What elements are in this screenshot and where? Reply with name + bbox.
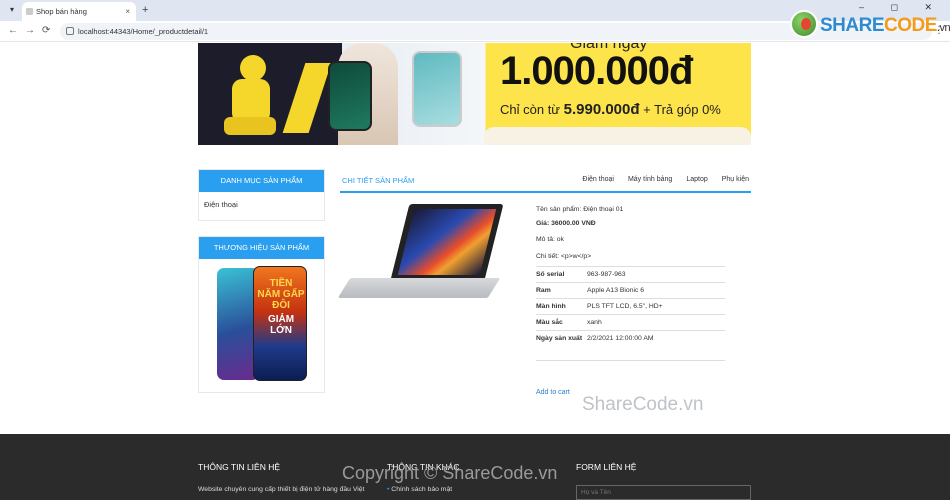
logo-share: SHARE bbox=[820, 15, 885, 36]
table-row: Ngày sản xuất 2/2/2021 12:00:00 AM bbox=[536, 330, 725, 361]
brand-promo-text: GIẢM LỚN bbox=[267, 314, 295, 336]
spec-value: 2/2/2021 12:00:00 AM bbox=[587, 330, 725, 361]
promo-banner[interactable]: Giảm ngay 1.000.000đ Chỉ còn từ 5.990.00… bbox=[198, 43, 751, 145]
phone-image bbox=[412, 51, 462, 127]
add-to-cart-link[interactable]: Add to cart bbox=[536, 389, 570, 396]
detail-title: CHI TIẾT SẢN PHẨM bbox=[342, 176, 415, 185]
url-text: localhost:44343/Home/_productdetail/1 bbox=[78, 27, 209, 36]
site-info-icon[interactable] bbox=[66, 27, 74, 35]
contact-name-input[interactable] bbox=[576, 485, 751, 500]
favicon-icon bbox=[26, 8, 33, 15]
detail-header: CHI TIẾT SẢN PHẨM Điện thoại Máy tính bả… bbox=[340, 169, 751, 193]
new-tab-button[interactable]: + bbox=[142, 3, 148, 17]
product-price: Giá: 36000.00 VNĐ bbox=[536, 220, 596, 227]
back-icon[interactable]: ← bbox=[8, 25, 18, 37]
banner-discount: 1.000.000đ bbox=[500, 49, 693, 93]
tab-search-icon[interactable]: ▾ bbox=[4, 3, 20, 17]
sharecode-watermark: ShareCode.vn bbox=[582, 394, 704, 415]
window-controls[interactable]: – ◻ ✕ bbox=[859, 2, 944, 13]
spec-label: Số serial bbox=[536, 266, 587, 283]
brand-title: THƯƠNG HIỆU SẢN PHẨM bbox=[199, 237, 324, 259]
table-row: Màn hình PLS TFT LCD, 6.5", HD+ bbox=[536, 298, 725, 315]
reload-icon[interactable]: ⟳ bbox=[42, 25, 50, 37]
copyright-watermark: Copyright © ShareCode.vn bbox=[342, 463, 558, 483]
spec-table: Số serial 963-987-963 Ram Apple A13 Bion… bbox=[536, 266, 725, 361]
logo-domain: .vn bbox=[936, 22, 950, 34]
footer-form-title: FORM LIÊN HỆ bbox=[576, 462, 637, 472]
browser-tab[interactable]: Shop bán hàng × bbox=[22, 2, 136, 21]
category-title: DANH MỤC SẢN PHẨM bbox=[199, 170, 324, 192]
brand-panel: THƯƠNG HIỆU SẢN PHẨM TIỀN NĂM GẤP ĐÔI GI… bbox=[198, 236, 325, 393]
tab-laptop[interactable]: Laptop bbox=[686, 176, 707, 183]
spec-label: Ram bbox=[536, 282, 587, 299]
logo-code: CODE bbox=[884, 15, 937, 36]
category-tabs: Điện thoại Máy tính bảng Laptop Phụ kiện bbox=[582, 176, 749, 183]
product-name: Tên sản phẩm: Điện thoại 01 bbox=[536, 206, 624, 213]
brand-promo-text: TIỀN NĂM GẤP ĐÔI bbox=[257, 278, 305, 311]
spec-label: Màn hình bbox=[536, 298, 587, 315]
table-row: Ram Apple A13 Bionic 6 bbox=[536, 282, 725, 299]
tab-close-icon[interactable]: × bbox=[125, 2, 130, 21]
product-description: Mô tả: ok bbox=[536, 236, 564, 243]
product-image bbox=[337, 200, 504, 300]
banner-subtext: Chỉ còn từ 5.990.000đ + Trả góp 0% bbox=[500, 101, 721, 118]
footer-info-link[interactable]: • Chính sách bảo mật bbox=[387, 486, 452, 493]
product-detail: Chi tiết: <p>w</p> bbox=[536, 253, 592, 260]
spec-value: 963-987-963 bbox=[587, 266, 725, 283]
spec-value: PLS TFT LCD, 6.5", HD+ bbox=[587, 298, 725, 315]
forward-icon[interactable]: → bbox=[25, 25, 35, 37]
spec-label: Ngày sản xuất bbox=[536, 330, 587, 361]
spec-value: Apple A13 Bionic 6 bbox=[587, 282, 725, 299]
globe-icon bbox=[790, 10, 818, 38]
brand-image[interactable]: TIỀN NĂM GẤP ĐÔI GIẢM LỚN bbox=[217, 266, 307, 381]
tab-phone[interactable]: Điện thoại bbox=[582, 176, 614, 183]
table-row: Số serial 963-987-963 bbox=[536, 266, 725, 283]
phone-image bbox=[328, 61, 372, 131]
tab-tablet[interactable]: Máy tính bảng bbox=[628, 176, 672, 183]
lightning-icon bbox=[282, 63, 332, 133]
footer-contact-title: THÔNG TIN LIÊN HỆ bbox=[198, 462, 281, 472]
tab-accessories[interactable]: Phụ kiện bbox=[722, 176, 749, 183]
footer-contact-text: Website chuyên cung cấp thiết bị điện tử… bbox=[198, 486, 365, 493]
tab-title: Shop bán hàng bbox=[36, 7, 87, 16]
table-row: Màu sắc xanh bbox=[536, 314, 725, 331]
category-item[interactable]: Điện thoại bbox=[199, 192, 324, 217]
mascot-illustration bbox=[216, 51, 286, 141]
category-panel: DANH MỤC SẢN PHẨM Điện thoại bbox=[198, 169, 325, 221]
spec-label: Màu sắc bbox=[536, 314, 587, 331]
banner-price: 5.990.000đ bbox=[563, 101, 640, 118]
spec-value: xanh bbox=[587, 314, 725, 331]
